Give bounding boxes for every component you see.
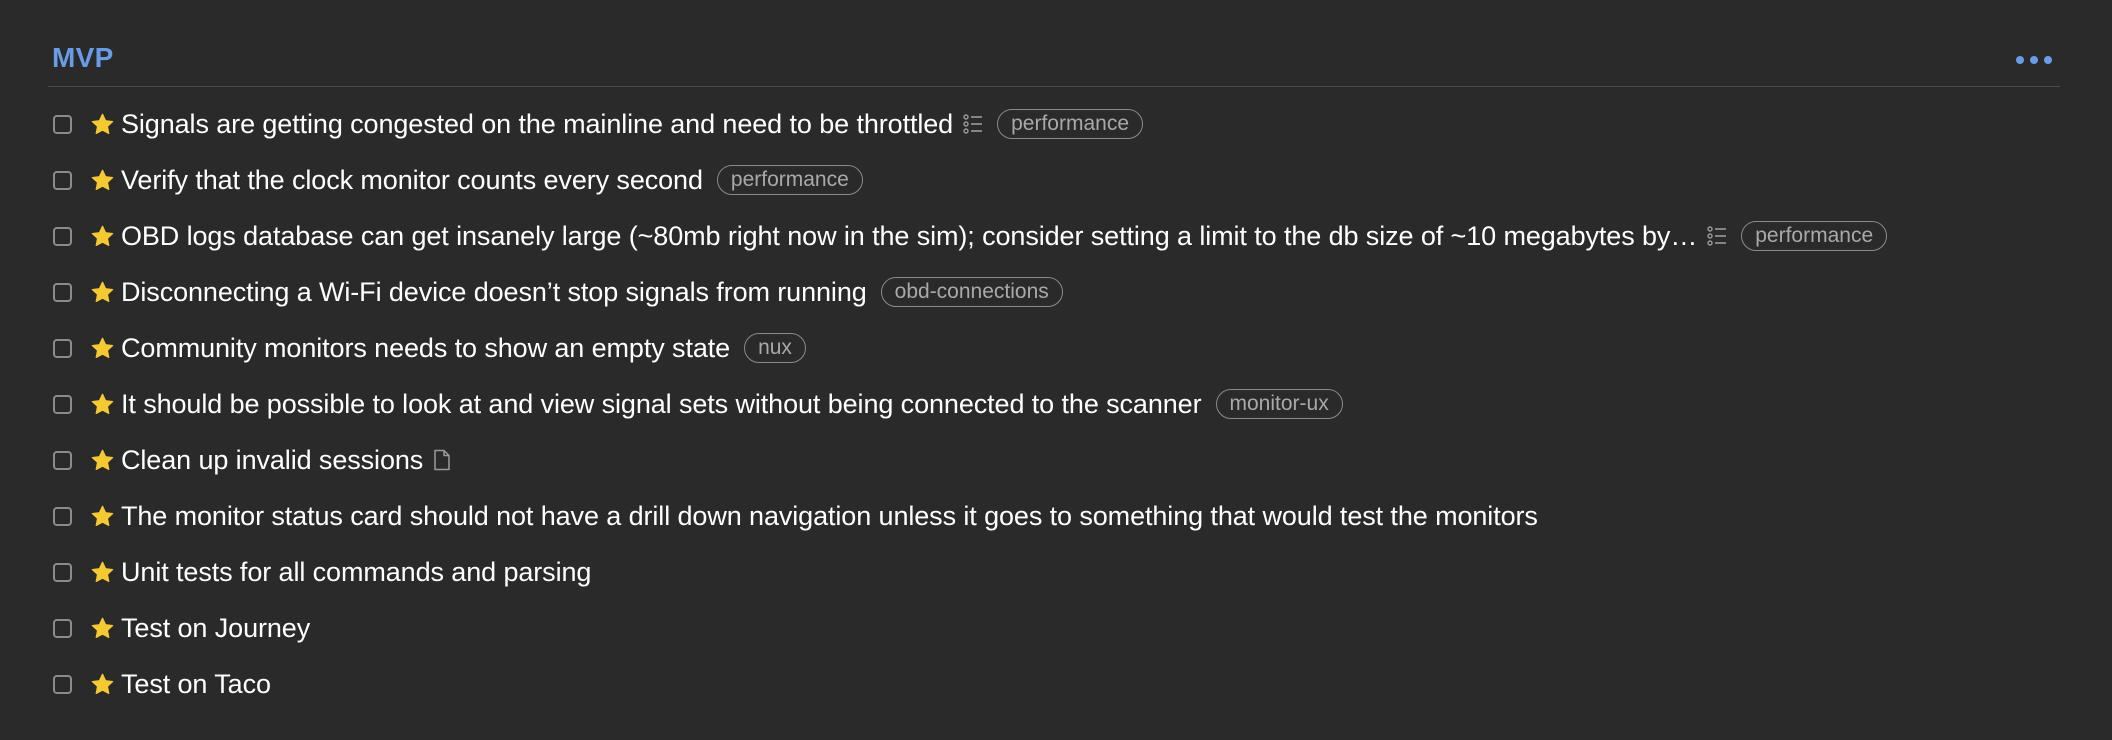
ellipsis-dot [2016,56,2024,64]
task-title[interactable]: The monitor status card should not have … [121,501,1538,532]
task-row[interactable]: Unit tests for all commands and parsing [48,544,2060,600]
task-row[interactable]: Test on Journey [48,600,2060,656]
ellipsis-icon[interactable] [2016,56,2052,64]
task-row[interactable]: Signals are getting congested on the mai… [48,96,2060,152]
task-list: Signals are getting congested on the mai… [48,87,2060,712]
task-title[interactable]: Test on Journey [121,613,310,644]
task-title[interactable]: Clean up invalid sessions [121,445,423,476]
star-icon [91,169,114,190]
star-icon [91,673,114,694]
star-icon [91,281,114,302]
section-title: MVP [52,42,114,73]
checklist-icon [1707,226,1727,246]
task-title[interactable]: Verify that the clock monitor counts eve… [121,165,703,196]
star-icon [91,617,114,638]
task-checkbox[interactable] [53,562,72,582]
star-icon [91,225,114,246]
task-row[interactable]: Clean up invalid sessions [48,432,2060,488]
task-checkbox[interactable] [53,506,72,526]
task-row[interactable]: OBD logs database can get insanely large… [48,208,2060,264]
star-icon [91,561,114,582]
task-checkbox[interactable] [53,170,72,190]
star-icon [91,337,114,358]
task-row[interactable]: Test on Taco [48,656,2060,712]
tag-badge[interactable]: performance [716,165,863,195]
task-title[interactable]: Signals are getting congested on the mai… [121,109,953,140]
task-checkbox[interactable] [53,114,72,134]
task-checkbox[interactable] [53,282,72,302]
task-checkbox[interactable] [53,450,72,470]
task-row[interactable]: The monitor status card should not have … [48,488,2060,544]
project-section-mvp: MVP Signals are getting congested on the… [48,36,2060,712]
section-header: MVP [48,36,2060,87]
tag-badge[interactable]: nux [744,333,806,363]
tag-badge[interactable]: performance [1741,221,1888,251]
task-row[interactable]: Community monitors needs to show an empt… [48,320,2060,376]
task-checkbox[interactable] [53,338,72,358]
ellipsis-dot [2030,56,2038,64]
tag-badge[interactable]: performance [997,109,1143,139]
task-checkbox[interactable] [53,674,72,694]
star-icon [91,449,114,470]
note-icon [434,449,450,471]
task-checkbox[interactable] [53,618,72,638]
star-icon [91,505,114,526]
tag-badge[interactable]: obd-connections [880,277,1063,307]
task-checkbox[interactable] [53,394,72,414]
task-title[interactable]: Disconnecting a Wi-Fi device doesn’t sto… [121,277,867,308]
task-title[interactable]: OBD logs database can get insanely large… [121,221,1697,252]
task-row[interactable]: It should be possible to look at and vie… [48,376,2060,432]
task-title[interactable]: Test on Taco [121,669,271,700]
task-title[interactable]: Unit tests for all commands and parsing [121,557,591,588]
star-icon [91,393,114,414]
checklist-icon [963,114,983,134]
task-row[interactable]: Disconnecting a Wi-Fi device doesn’t sto… [48,264,2060,320]
tag-badge[interactable]: monitor-ux [1215,389,1343,419]
ellipsis-dot [2044,56,2052,64]
task-row[interactable]: Verify that the clock monitor counts eve… [48,152,2060,208]
task-checkbox[interactable] [53,226,72,246]
task-title[interactable]: It should be possible to look at and vie… [121,389,1202,420]
task-title[interactable]: Community monitors needs to show an empt… [121,333,730,364]
star-icon [91,113,114,134]
